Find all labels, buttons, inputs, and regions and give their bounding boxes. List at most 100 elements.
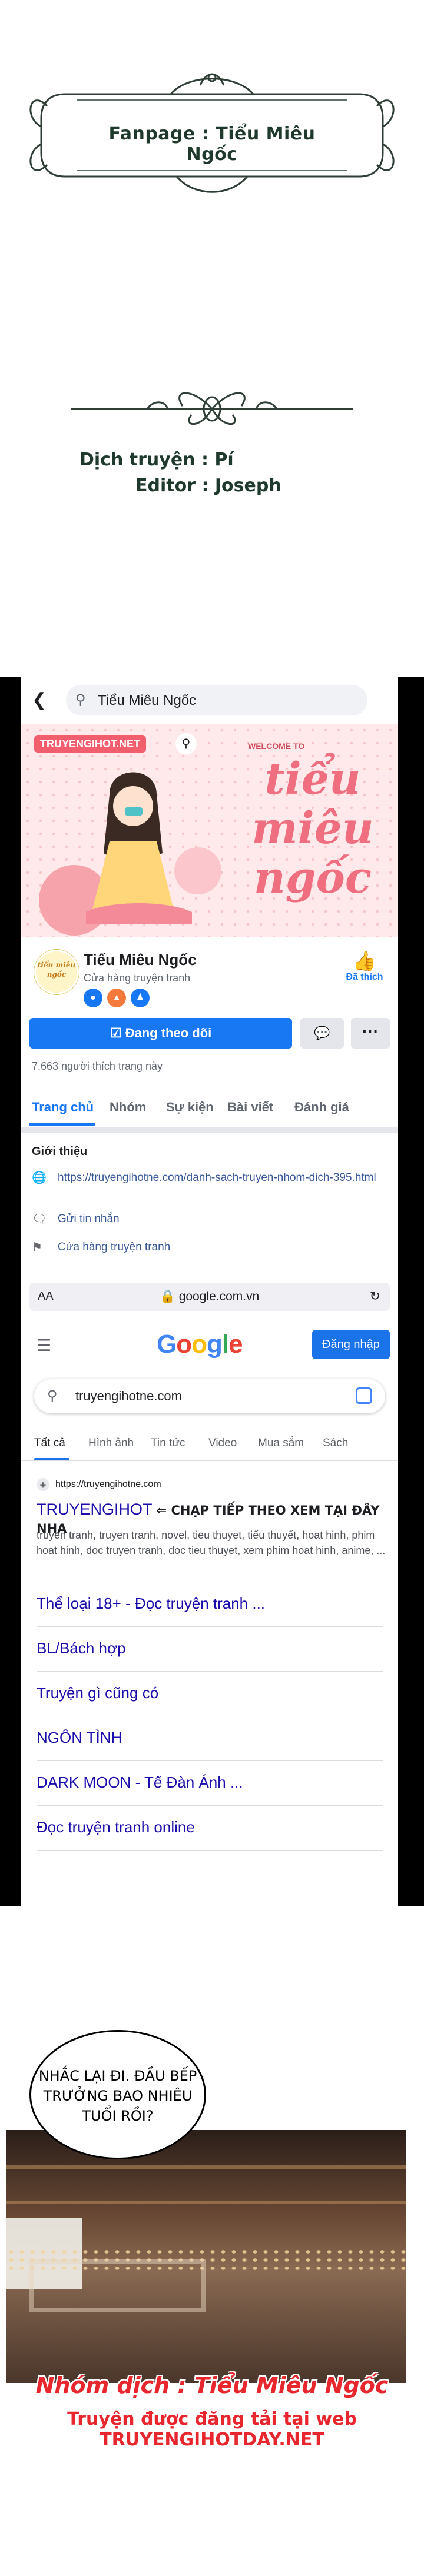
store-category-link[interactable]: Cửa hàng truyện tranh	[58, 1240, 387, 1254]
cover-script-title: tiểu miêu ngốc	[233, 754, 392, 903]
facebook-top-bar: ❮ ⚲ Tiểu Miêu Ngốc	[21, 677, 398, 724]
frame-detail	[29, 2259, 206, 2312]
thumbs-up-icon: 👍	[353, 950, 376, 971]
send-message-link[interactable]: Gửi tin nhắn	[58, 1212, 387, 1226]
gtab-all[interactable]: Tất cả	[34, 1437, 65, 1450]
favicon-icon: ◉	[37, 1478, 49, 1491]
tab-groups[interactable]: Nhóm	[110, 1100, 146, 1115]
gtab-shopping[interactable]: Mua sắm	[258, 1437, 304, 1450]
tab-events[interactable]: Sự kiện	[166, 1100, 214, 1115]
result-url: https://truyengihotne.com	[55, 1479, 161, 1490]
sign-in-button[interactable]: Đăng nhập	[312, 1330, 390, 1359]
reload-icon[interactable]: ↻	[370, 1289, 380, 1304]
people-badge-icon[interactable]: ♟	[131, 989, 150, 1007]
page-tabs: Trang chủ Nhóm Sự kiện Bài viết Đánh giá	[21, 1089, 398, 1126]
tab-home[interactable]: Trang chủ	[32, 1100, 94, 1115]
sitelink[interactable]: BL/Bách hợp	[37, 1639, 372, 1658]
liked-button[interactable]: 👍 Đã thích	[344, 950, 385, 983]
google-logo: Google	[157, 1330, 243, 1359]
sitelink[interactable]: Truyện gì cũng có	[37, 1684, 372, 1702]
tag-icon: ⚑	[32, 1241, 42, 1254]
sitelink[interactable]: NGÔN TÌNH	[37, 1729, 372, 1747]
sitelink[interactable]: Thể loại 18+ - Đọc truyện tranh ...	[37, 1595, 372, 1613]
website-link[interactable]: https://truyengihotne.com/danh-sach-truy…	[58, 1171, 387, 1185]
phone-screenshot: ❮ ⚲ Tiểu Miêu Ngốc TRUYENGIHOT.NET ⚲ WEL…	[21, 677, 398, 1906]
facebook-search-bar[interactable]: ⚲ Tiểu Miêu Ngốc	[66, 685, 367, 715]
sitelink-divider	[37, 1626, 383, 1627]
intro-website[interactable]: 🌐 https://truyengihotne.com/danh-sach-tr…	[32, 1171, 391, 1202]
avatar-text: tiểu miêu ngốc	[37, 961, 76, 979]
intro-category[interactable]: ⚑ Cửa hàng truyện tranh	[32, 1240, 391, 1256]
cover-script-line: miêu	[251, 803, 374, 854]
upload-notice: Truyện được đăng tải tại web TRUYENGIHOT…	[67, 2409, 357, 2450]
active-gtab-indicator	[34, 1458, 69, 1460]
result-snippet: truyen tranh, truyen tranh, novel, tieu …	[37, 1529, 386, 1556]
translator-credits: Dịch truyện : Pí Editor : Joseph	[80, 447, 350, 499]
address-url: 🔒 google.com.vn	[29, 1290, 390, 1304]
messenger-icon: 🗨	[32, 1213, 47, 1226]
liked-label: Đã thích	[346, 972, 383, 982]
speech-text: NHẮC LẠI ĐI. ĐẦU BẾP TRƯỞNG BAO NHIÊU TU…	[38, 2068, 197, 2124]
search-icon: ⚲	[75, 692, 86, 708]
back-arrow-icon[interactable]: ❮	[32, 690, 47, 710]
sitelink-divider	[37, 1805, 383, 1806]
avatar[interactable]: tiểu miêu ngốc	[34, 950, 79, 994]
group-credit: Nhóm dịch : Tiểu Miêu Ngốc	[35, 2372, 389, 2398]
result-title-text[interactable]: TRUYENGIHOT	[37, 1500, 152, 1518]
cover-script-line: tiểu	[264, 754, 361, 804]
cover-script-line: ngốc	[254, 853, 372, 903]
gtab-images[interactable]: Hình ảnh	[88, 1437, 134, 1450]
search-text: Tiểu Miêu Ngốc	[98, 693, 197, 708]
section-divider	[21, 1127, 398, 1133]
gtab-video[interactable]: Video	[208, 1437, 237, 1450]
page-badges: ● ▲ ♟	[84, 989, 201, 1010]
messenger-icon: 💬	[314, 1026, 330, 1040]
lens-camera-icon[interactable]	[356, 1387, 372, 1404]
comic-panel	[6, 2130, 406, 2383]
active-tab-indicator	[29, 1123, 95, 1126]
cover-welcome: WELCOME TO	[248, 741, 305, 751]
cover-illustration	[39, 772, 221, 936]
sitelink-divider	[37, 1850, 383, 1851]
intro-heading: Giới thiệu	[32, 1145, 88, 1158]
search-icon: ⚲	[47, 1388, 58, 1404]
likes-count: 7.663 người thích trang này	[32, 1060, 163, 1072]
messenger-badge-icon[interactable]: ●	[84, 989, 102, 1007]
gtab-news[interactable]: Tin tức	[151, 1437, 185, 1450]
editor-credit: Editor : Joseph	[135, 475, 281, 496]
sitelink[interactable]: DARK MOON - Tế Đàn Ánh ...	[37, 1773, 372, 1792]
menu-icon[interactable]: ☰	[37, 1336, 51, 1355]
magnifier-icon: ⚲	[175, 733, 197, 754]
tab-reviews[interactable]: Đánh giá	[294, 1100, 349, 1115]
more-button[interactable]: ···	[351, 1018, 390, 1049]
browser-address-bar[interactable]: AA 🔒 google.com.vn ↻	[29, 1283, 390, 1311]
messenger-button[interactable]: 💬	[300, 1018, 344, 1049]
sitelink-divider	[37, 1760, 383, 1761]
url-text: google.com.vn	[178, 1290, 260, 1303]
speech-bubble: NHẮC LẠI ĐI. ĐẦU BẾP TRƯỞNG BAO NHIÊU TU…	[29, 2030, 206, 2159]
translator-credit: Dịch truyện : Pí	[80, 450, 234, 470]
cover-brand: TRUYENGIHOT.NET	[34, 735, 147, 753]
following-label: Đang theo dõi	[125, 1026, 212, 1040]
google-search-box[interactable]: ⚲ truyengihotne.com	[34, 1379, 385, 1413]
ceiling-trim	[6, 2165, 406, 2169]
lock-icon: 🔒	[160, 1290, 179, 1303]
cover-photo[interactable]: TRUYENGIHOT.NET ⚲ WELCOME TO tiểu miêu n…	[21, 724, 398, 937]
fanpage-credit: Fanpage : Tiểu Miêu Ngốc	[108, 124, 316, 165]
ornament-divider	[71, 392, 353, 425]
search-query[interactable]: truyengihotne.com	[75, 1389, 182, 1404]
page-name: Tiểu Miêu Ngốc	[84, 951, 197, 969]
following-button[interactable]: ☑ Đang theo dõi	[29, 1018, 292, 1049]
fire-badge-icon[interactable]: ▲	[107, 989, 126, 1007]
google-tabs: Tất cả Hình ảnh Tin tức Video Mua sắm Sá…	[21, 1432, 398, 1461]
sitelink[interactable]: Đọc truyện tranh online	[37, 1818, 372, 1836]
ceiling-trim	[6, 2201, 406, 2204]
sitelink-divider	[37, 1671, 383, 1672]
page-category: Cửa hàng truyện tranh	[84, 972, 191, 984]
gtab-books[interactable]: Sách	[323, 1437, 348, 1450]
intro-message[interactable]: 🗨 Gửi tin nhắn	[32, 1212, 391, 1227]
globe-icon: 🌐	[32, 1171, 47, 1184]
follow-check-icon: ☑	[110, 1026, 125, 1040]
tab-posts[interactable]: Bài viết	[227, 1100, 273, 1115]
result-site[interactable]: ◉ https://truyengihotne.com	[37, 1478, 161, 1491]
